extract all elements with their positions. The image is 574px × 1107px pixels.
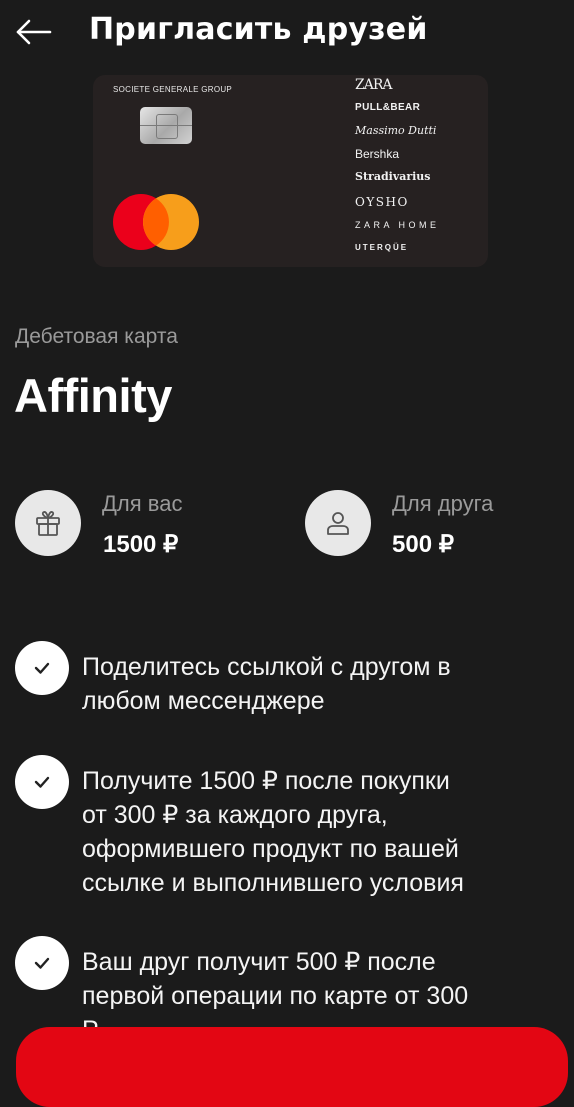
card-issuer-logo: SOCIETE GENERALE GROUP xyxy=(113,85,233,94)
check-icon xyxy=(15,936,69,990)
brand-logos: ZARA PULL&BEAR Massimo Dutti Bershka Str… xyxy=(355,75,485,267)
reward-label-you: Для вас xyxy=(102,491,183,516)
brand-logo: Bershka xyxy=(355,147,400,161)
invite-cta-button[interactable] xyxy=(16,1027,568,1107)
page-title: Пригласить друзей xyxy=(89,12,428,47)
card-chip xyxy=(140,107,192,144)
brand-logo: Stradivarius xyxy=(355,170,431,183)
product-type: Дебетовая карта xyxy=(15,325,178,348)
arrow-left-icon xyxy=(16,19,52,45)
step-text: Получите 1500 ₽ после покупки от 300 ₽ з… xyxy=(82,767,464,897)
reward-label-friend: Для друга xyxy=(392,491,494,516)
product-name: Affinity xyxy=(14,369,172,422)
gift-icon xyxy=(15,490,81,556)
check-icon xyxy=(15,755,69,809)
reward-amount-you: 1500 ₽ xyxy=(103,531,179,558)
back-button[interactable] xyxy=(14,14,54,50)
check-icon xyxy=(15,641,69,695)
brand-logo: ZARA xyxy=(355,77,392,93)
brand-logo: PULL&BEAR xyxy=(355,102,421,113)
card-image: SOCIETE GENERALE GROUP ZARA PULL&BEAR Ma… xyxy=(93,75,488,267)
mastercard-logo xyxy=(113,194,199,250)
brand-logo: OYSHO xyxy=(355,195,409,209)
brand-logo: ZARA HOME xyxy=(355,220,440,230)
brand-logo: Massimo Dutti xyxy=(355,124,437,137)
user-icon xyxy=(305,490,371,556)
top-bar: Пригласить друзей xyxy=(0,0,574,66)
brand-logo: UTERQÜE xyxy=(355,243,409,252)
reward-amount-friend: 500 ₽ xyxy=(392,531,454,558)
step-text: Поделитесь ссылкой с другом в любом месс… xyxy=(82,653,451,715)
